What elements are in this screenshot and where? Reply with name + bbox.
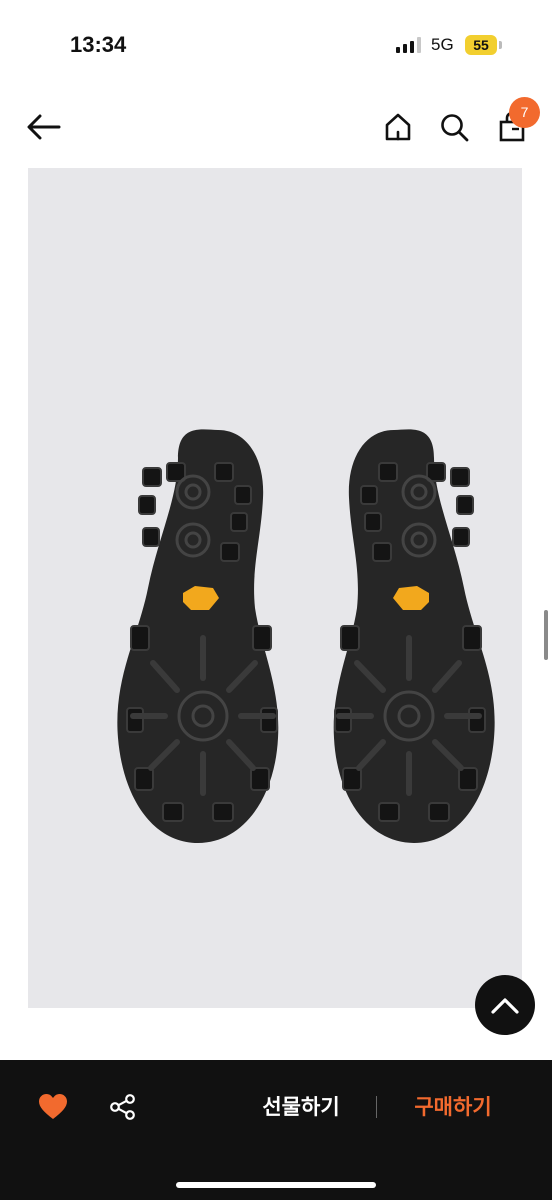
home-button[interactable] <box>378 107 418 147</box>
home-icon <box>385 113 411 141</box>
signal-icon <box>396 37 421 53</box>
scrollbar[interactable] <box>544 610 548 660</box>
bottom-action-bar: 선물하기 구매하기 <box>0 1060 552 1200</box>
status-bar: 13:34 5G 55 <box>0 0 552 90</box>
gift-button[interactable]: 선물하기 <box>246 1090 356 1126</box>
like-button[interactable] <box>34 1088 72 1126</box>
search-icon <box>441 114 469 142</box>
scroll-to-top-button[interactable] <box>475 975 535 1035</box>
product-image[interactable] <box>28 168 522 1008</box>
share-icon <box>110 1094 135 1120</box>
chevron-up-icon <box>491 998 519 1014</box>
button-divider <box>376 1096 377 1118</box>
arrow-left-icon <box>27 114 61 140</box>
back-button[interactable] <box>22 107 66 147</box>
status-time: 13:34 <box>70 32 127 57</box>
share-button[interactable] <box>104 1088 142 1126</box>
buy-button[interactable]: 구매하기 <box>398 1090 508 1126</box>
search-button[interactable] <box>434 107 474 147</box>
cart-count-badge: 7 <box>509 97 540 128</box>
nav-header <box>0 95 552 159</box>
shoe-soles-illustration <box>28 168 522 1008</box>
network-label: 5G <box>431 35 454 54</box>
battery-cap <box>499 41 502 49</box>
home-indicator <box>176 1182 376 1188</box>
heart-icon <box>39 1094 67 1119</box>
battery-level: 55 <box>473 37 489 53</box>
battery-indicator: 55 <box>465 35 497 55</box>
